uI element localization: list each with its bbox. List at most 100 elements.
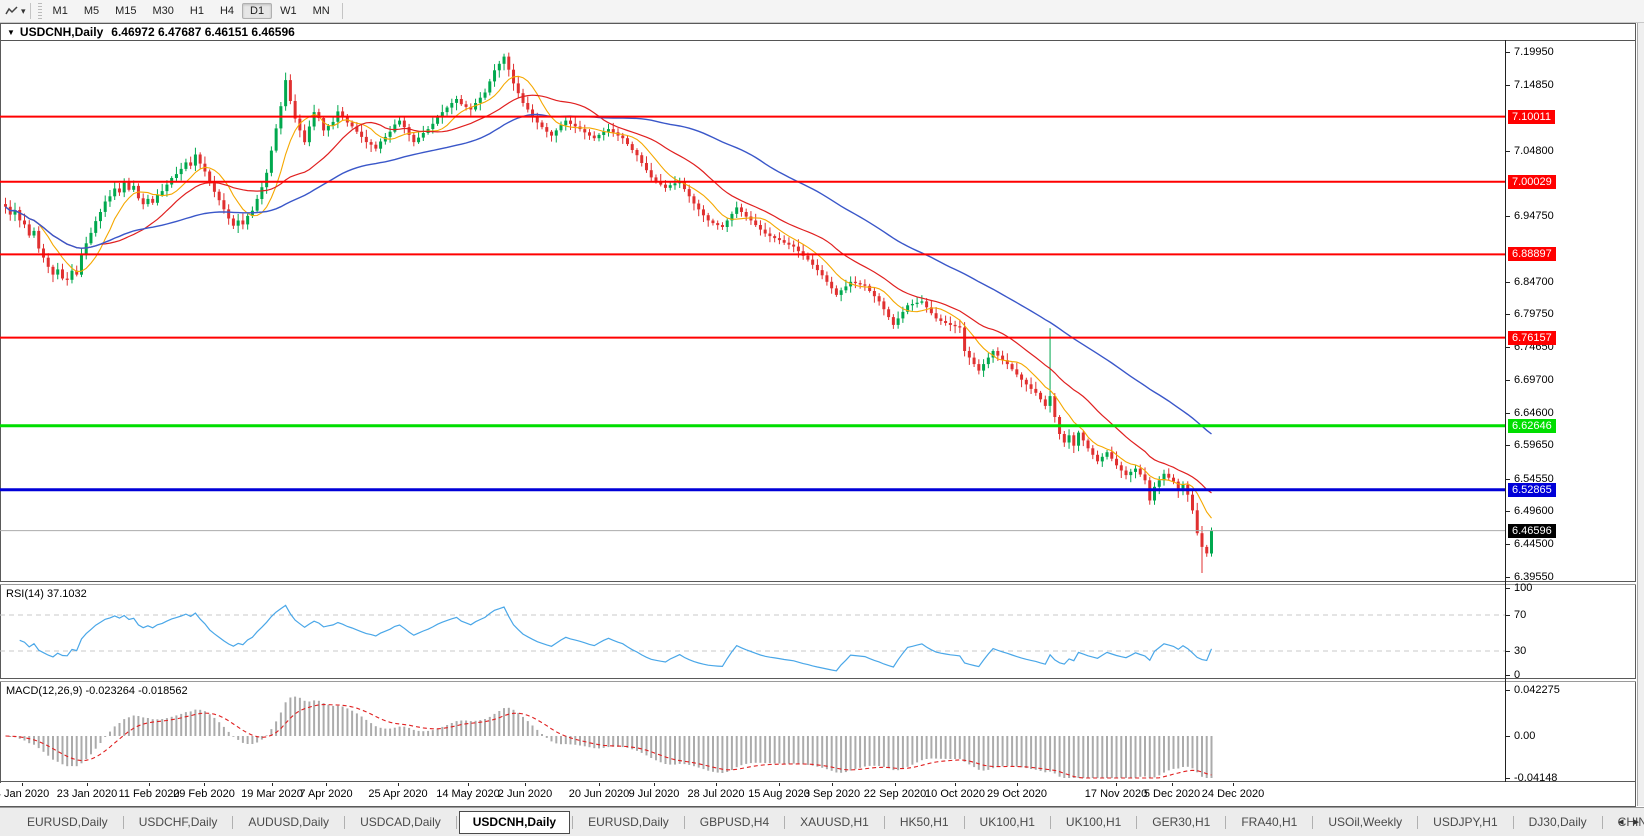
axis-tick [1505, 588, 1510, 589]
rsi-indicator-chart[interactable] [0, 584, 1505, 678]
price-tick-label: 6.84700 [1514, 275, 1554, 288]
collapse-icon[interactable]: ▼ [7, 28, 15, 37]
chart-tab-eurusd-daily[interactable]: EURUSD,Daily [14, 812, 121, 832]
tab-separator [784, 815, 786, 829]
timeframe-button-mn[interactable]: MN [305, 3, 338, 19]
mt4-application-window: ▾ M1 M5 M15 M30 H1 H4 D1 W1 MN ▼ USDCNH,Daily 6.… [0, 0, 1644, 836]
chart-tab-uk100-h1[interactable]: UK100,H1 [967, 812, 1048, 832]
price-tick-label: 6.44500 [1514, 538, 1554, 551]
chart-tab-uk100-h1[interactable]: UK100,H1 [1053, 812, 1134, 832]
axis-tick [1505, 84, 1510, 86]
tab-separator [122, 815, 124, 829]
axis-tick [1505, 379, 1510, 381]
chart-tab-ger30-h1[interactable]: GER30,H1 [1139, 812, 1223, 832]
axis-tick [1505, 281, 1510, 283]
date-label: 5 Dec 2020 [1143, 788, 1201, 800]
chart-title-bar[interactable]: ▼ USDCNH,Daily 6.46972 6.47687 6.46151 6… [1, 24, 1635, 41]
tab-separator [455, 815, 457, 829]
date-tick [1116, 783, 1117, 786]
price-tick-label: 7.14850 [1514, 78, 1554, 91]
chart-title-ohlc: 6.46972 6.47687 6.46151 6.46596 [111, 25, 295, 39]
date-tick [1172, 783, 1173, 786]
dropdown-caret-icon[interactable]: ▾ [21, 6, 26, 17]
tab-separator [344, 815, 346, 829]
date-axis: 4 Jan 2020 23 Jan 2020 11 Feb 2020 29 Feb 2… [0, 783, 1505, 806]
axis-tick [1505, 445, 1510, 447]
chart-tab-dj30-daily[interactable]: DJ30,Daily [1516, 812, 1600, 832]
price-chart[interactable] [0, 40, 1505, 581]
axis-tick [1505, 51, 1510, 53]
date-label: 11 Feb 2020 [118, 788, 180, 800]
axis-tick [1505, 510, 1510, 512]
date-label: 2 Jun 2020 [497, 788, 553, 800]
tab-separator [1225, 815, 1227, 829]
timeframe-buttons: M1 M5 M15 M30 H1 H4 D1 W1 MN [45, 3, 338, 19]
axis-tick [1505, 150, 1510, 152]
date-label: 15 Aug 2020 [748, 788, 810, 800]
chart-tab-usdjpy-h1[interactable]: USDJPY,H1 [1420, 812, 1510, 832]
chart-tab-usoil-weekly[interactable]: USOil,Weekly [1315, 812, 1415, 832]
axis-tick [1505, 778, 1510, 779]
tab-scroll-left-icon[interactable]: ◂ [1618, 815, 1624, 828]
chart-tab-usdchf-daily[interactable]: USDCHF,Daily [126, 812, 231, 832]
date-label: 24 Dec 2020 [1201, 788, 1265, 800]
chart-tab-eurusd-daily[interactable]: EURUSD,Daily [575, 812, 682, 832]
axis-tick [1505, 314, 1510, 316]
price-tick-label: 7.04800 [1514, 144, 1554, 157]
chart-tab-fra40-h1[interactable]: FRA40,H1 [1228, 812, 1310, 832]
timeframe-button-h1[interactable]: H1 [182, 3, 212, 19]
rsi-axis-label: 70 [1514, 609, 1527, 621]
timeframe-button-m15[interactable]: M15 [107, 3, 144, 19]
tab-scroll-arrows: ◂ ▸ [1618, 815, 1639, 828]
toolbar-separator [29, 3, 31, 19]
chart-tab-usdcad-daily[interactable]: USDCAD,Daily [347, 812, 454, 832]
date-tick [779, 783, 780, 786]
date-label: 4 Jan 2020 [0, 788, 50, 800]
price-tick-label: 6.79750 [1514, 308, 1554, 321]
axis-tick [1505, 216, 1510, 218]
date-tick [525, 783, 526, 786]
timeframe-button-m1[interactable]: M1 [45, 3, 76, 19]
price-tick-label: 6.49600 [1514, 504, 1554, 517]
tab-separator [883, 815, 885, 829]
axis-tick [1505, 615, 1510, 616]
axis-tick [1505, 690, 1510, 691]
date-label: 29 Oct 2020 [987, 788, 1047, 800]
macd-axis-label: 0.00 [1514, 730, 1536, 742]
chart-tab-audusd-daily[interactable]: AUDUSD,Daily [235, 812, 342, 832]
timeframe-button-d1[interactable]: D1 [242, 3, 273, 19]
macd-indicator-chart[interactable] [0, 681, 1505, 781]
timeframe-button-m30[interactable]: M30 [145, 3, 182, 19]
date-tick [22, 783, 23, 786]
axis-tick [1505, 675, 1510, 676]
date-tick [832, 783, 833, 786]
hline-price-badge: 6.52865 [1508, 482, 1556, 497]
timeframe-button-h4[interactable]: H4 [212, 3, 242, 19]
axis-tick [1505, 651, 1510, 652]
chart-tab-usdcnh-daily[interactable]: USDCNH,Daily [458, 810, 571, 834]
toolbar-grip-handle[interactable] [37, 3, 42, 19]
timeframe-button-m5[interactable]: M5 [76, 3, 107, 19]
date-tick [716, 783, 717, 786]
chart-tab-gbpusd-h4[interactable]: GBPUSD,H4 [687, 812, 782, 832]
date-label: 20 Jun 2020 [568, 788, 630, 800]
chart-tab-hk50-h1[interactable]: HK50,H1 [887, 812, 962, 832]
tab-separator [963, 815, 965, 829]
tab-separator [683, 815, 685, 829]
date-label: 17 Nov 2020 [1084, 788, 1148, 800]
date-label: 29 Feb 2020 [173, 788, 235, 800]
chart-profile-icon[interactable]: ▾ [5, 5, 26, 17]
hline-price-badge: 7.10011 [1508, 109, 1555, 124]
date-tick [326, 783, 327, 786]
date-label: 23 Jan 2020 [56, 788, 118, 800]
tab-separator [1312, 815, 1314, 829]
tab-separator [1417, 815, 1419, 829]
chart-tab-xauusd-h1[interactable]: XAUUSD,H1 [787, 812, 882, 832]
timeframe-button-w1[interactable]: W1 [272, 3, 305, 19]
price-tick-label: 6.69700 [1514, 373, 1554, 386]
price-tick-label: 6.59650 [1514, 439, 1554, 452]
date-tick [468, 783, 469, 786]
chart-tab-bar: EURUSD,Daily USDCHF,Daily AUDUSD,Daily USDC… [0, 807, 1644, 836]
tab-scroll-right-icon[interactable]: ▸ [1633, 815, 1639, 828]
hline-price-badge: 6.76157 [1508, 330, 1556, 345]
